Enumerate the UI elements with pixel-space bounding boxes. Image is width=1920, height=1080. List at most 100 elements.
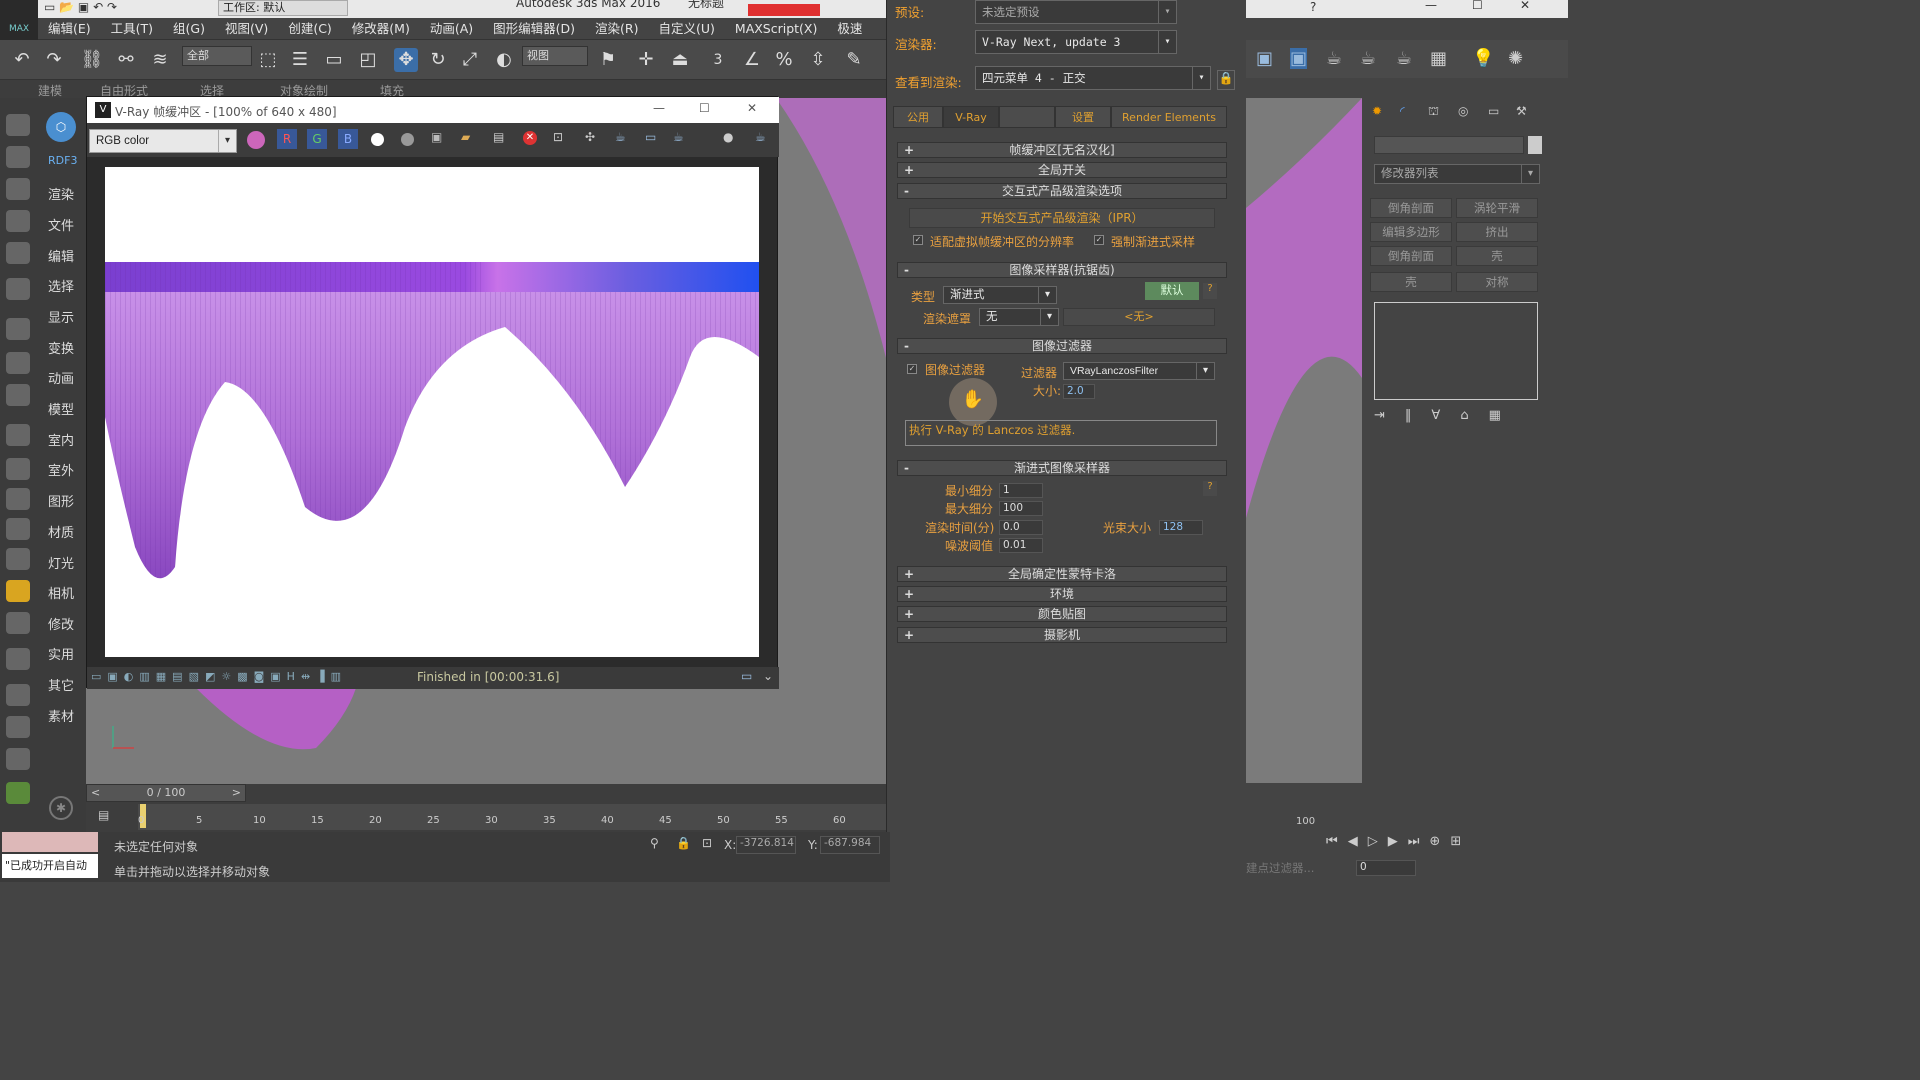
plant-icon[interactable]	[6, 782, 30, 804]
help-icon[interactable]: ?	[1310, 0, 1316, 14]
modifier-button-7[interactable]: 壳	[1370, 272, 1452, 292]
create-tab-icon[interactable]: ✹	[1372, 104, 1382, 118]
camera-icon[interactable]	[6, 318, 30, 340]
render-time-spinner[interactable]: 0.0	[999, 520, 1043, 535]
teapot-icon[interactable]	[6, 114, 30, 136]
modifier-button-3[interactable]: 编辑多边形	[1370, 222, 1452, 242]
default-button[interactable]: 默认	[1145, 282, 1199, 300]
spinner-snap-icon[interactable]: ⇳	[806, 48, 830, 72]
image-filter-checkbox[interactable]: ✓	[907, 364, 917, 374]
edit-named-selections-icon[interactable]: ✎	[842, 48, 866, 72]
category-animation[interactable]: 动画	[48, 368, 74, 387]
menu-maxscript[interactable]: MAXScript(X)	[725, 18, 827, 40]
rollout-camera[interactable]: + 摄影机	[897, 627, 1227, 643]
menu-extra[interactable]: 极速	[827, 18, 872, 40]
channel-dropdown[interactable]: RGB color ▾	[89, 129, 237, 153]
app-logo[interactable]: MAX	[0, 0, 38, 40]
rotate-icon[interactable]: ↻	[426, 48, 450, 72]
category-exterior[interactable]: 室外	[48, 460, 74, 479]
undo-icon[interactable]: ↶	[93, 0, 107, 14]
white-circle-icon[interactable]	[371, 133, 384, 146]
redo-icon[interactable]: ↷	[42, 48, 66, 72]
rollout-frame-buffer[interactable]: + 帧缓冲区[无名汉化]	[897, 142, 1227, 158]
time-slider[interactable]: < 0 / 100 >	[86, 784, 246, 802]
sphere-icon[interactable]	[6, 352, 30, 374]
keyboard-shortcut-icon[interactable]: ⏏	[668, 48, 692, 72]
max-subdiv-spinner[interactable]: 100	[999, 501, 1043, 516]
modify-tab-icon[interactable]: ◜	[1400, 104, 1405, 118]
isolate-icon[interactable]: ⚲	[650, 836, 659, 850]
category-materials[interactable]: 材质	[48, 522, 74, 541]
hierarchy-tab-icon[interactable]: ⛫	[1428, 104, 1439, 120]
settings-gear-icon[interactable]: ✱	[49, 796, 73, 820]
maximize-window-icon[interactable]: ☐	[1472, 0, 1483, 12]
track-mouse-icon[interactable]: ✣	[585, 130, 595, 144]
select-object-icon[interactable]: ⬚	[256, 48, 280, 72]
selection-filter-dropdown[interactable]: 全部	[182, 46, 252, 66]
bulb-icon[interactable]	[6, 612, 30, 634]
show-end-result-icon[interactable]: ‖	[1405, 408, 1432, 423]
menu-customize[interactable]: 自定义(U)	[649, 18, 725, 40]
plugin-logo-icon[interactable]: ⬡	[46, 112, 76, 142]
prev-frame-icon[interactable]: ◀	[1348, 834, 1368, 849]
menu-group[interactable]: 组(G)	[163, 18, 215, 40]
preset-dropdown[interactable]: 未选定预设 ▾	[975, 0, 1177, 24]
rollout-environment[interactable]: + 环境	[897, 586, 1227, 602]
modifier-button-8[interactable]: 对称	[1456, 272, 1538, 292]
tree-icon[interactable]	[6, 518, 30, 540]
vfb-close-icon[interactable]: ✕	[747, 101, 757, 115]
snap-toggle-icon[interactable]: 3	[706, 48, 730, 72]
min-subdiv-spinner[interactable]: 1	[999, 483, 1043, 498]
category-render[interactable]: 渲染	[48, 184, 74, 203]
configure-sets-icon[interactable]: ▦	[1489, 408, 1521, 423]
category-modify[interactable]: 修改	[48, 614, 74, 633]
render-frame-window-icon[interactable]: ▦	[1430, 48, 1447, 69]
image-icon[interactable]	[6, 178, 30, 200]
select-by-name-icon[interactable]: ☰	[288, 48, 312, 72]
menu-modifiers[interactable]: 修改器(M)	[342, 18, 420, 40]
time-slider-prev[interactable]: <	[91, 785, 100, 801]
category-shapes[interactable]: 图形	[48, 491, 74, 510]
save-icon[interactable]: ▣	[78, 0, 93, 14]
stamp-icon[interactable]: ▭	[645, 130, 656, 144]
rollout-image-filter[interactable]: - 图像过滤器	[897, 338, 1227, 354]
angle-snap-icon[interactable]: ∠	[740, 48, 764, 72]
vfb-expand-icon[interactable]: ▭	[741, 669, 752, 683]
rollout-global-switches[interactable]: + 全局开关	[897, 162, 1227, 178]
color-picker-icon[interactable]	[247, 131, 265, 149]
modifier-button-5[interactable]: 倒角剖面	[1370, 246, 1452, 266]
cone-icon[interactable]	[6, 548, 30, 570]
blue-channel-button[interactable]: B	[338, 129, 358, 149]
bind-space-warp-icon[interactable]: ≋	[148, 48, 172, 72]
y-coord-field[interactable]: -687.984	[820, 836, 880, 854]
save-image-icon[interactable]: ▣	[431, 130, 442, 144]
track-bar[interactable]: 0 5 10 15 20 25 30 35 40 45 50 55 60	[138, 804, 886, 830]
render-mask-dropdown[interactable]: 无 ▾	[979, 308, 1059, 326]
bundle-size-spinner[interactable]: 128	[1159, 520, 1203, 535]
light-icon[interactable]	[6, 278, 30, 300]
lock-view-icon[interactable]: 🔒	[1217, 70, 1235, 90]
pin-stack-icon[interactable]: ⇥	[1374, 408, 1405, 423]
menu-create[interactable]: 创建(C)	[278, 18, 341, 40]
sun-light-icon[interactable]: ✺	[1508, 48, 1523, 69]
make-unique-icon[interactable]: ∀	[1431, 408, 1460, 423]
fit-vfb-checkbox[interactable]: ✓	[913, 235, 923, 245]
film-icon[interactable]	[6, 384, 30, 406]
menu-views[interactable]: 视图(V)	[215, 18, 278, 40]
document-icon[interactable]	[6, 210, 30, 232]
category-model[interactable]: 模型	[48, 399, 74, 418]
place-icon[interactable]: ◐	[492, 48, 516, 72]
category-cameras[interactable]: 相机	[48, 583, 74, 602]
goto-end-icon[interactable]: ⏭	[1408, 834, 1430, 849]
rollout-progressive-sampler[interactable]: - 渐进式图像采样器	[897, 460, 1227, 476]
molecule-icon[interactable]	[6, 684, 30, 706]
ribbon-tab-modeling[interactable]: 建模	[38, 82, 62, 99]
zoom-icon[interactable]: ⊕	[1429, 834, 1450, 849]
vfb-history-icons[interactable]: ▭▣◐▥▦▤▧◩☼▩◙▣H⇹▐▥	[91, 670, 347, 683]
category-lights[interactable]: 灯光	[48, 553, 74, 572]
menu-tools[interactable]: 工具(T)	[101, 18, 163, 40]
filter-type-dropdown[interactable]: VRayLanczosFilter ▾	[1063, 362, 1215, 380]
tab-common[interactable]: 公用	[893, 106, 943, 128]
object-color-swatch[interactable]	[1528, 136, 1542, 154]
secondary-viewport[interactable]	[1246, 98, 1362, 783]
